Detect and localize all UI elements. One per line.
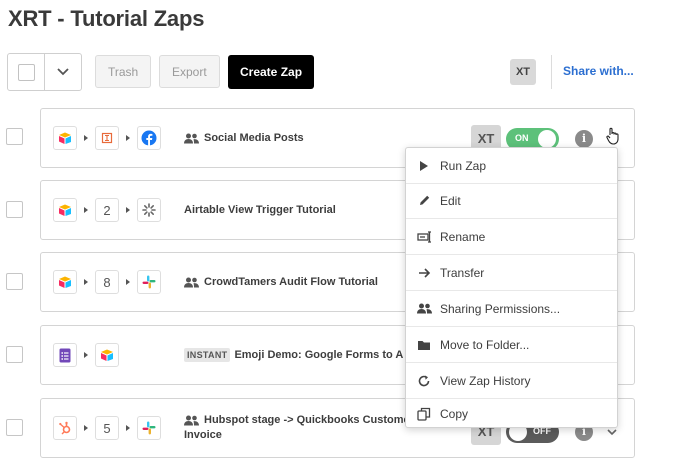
menu-item-run-zap[interactable]: Run Zap xyxy=(406,148,617,184)
bulk-select-dropdown[interactable] xyxy=(45,54,81,90)
zap-info: Airtable View Trigger Tutorial xyxy=(184,181,336,239)
share-with-link[interactable]: Share with... xyxy=(563,64,634,78)
menu-item-view-zap-history[interactable]: View Zap History xyxy=(406,363,617,399)
export-button[interactable]: Export xyxy=(159,55,220,88)
people-icon xyxy=(184,133,199,144)
zap-app-steps xyxy=(53,126,161,150)
menu-item-edit[interactable]: Edit xyxy=(406,183,617,219)
airtable-icon xyxy=(53,270,77,294)
zap-app-steps: 5 xyxy=(53,416,161,440)
toolbar: Trash Export Create Zap XT Share with... xyxy=(7,53,677,91)
airtable-icon xyxy=(95,343,119,367)
step-count: 8 xyxy=(95,270,119,294)
history-icon xyxy=(416,373,432,389)
menu-item-label: Transfer xyxy=(440,265,485,280)
zap-info: CrowdTamers Audit Flow Tutorial xyxy=(184,253,378,311)
menu-item-copy[interactable]: Copy xyxy=(406,399,617,429)
zap-name[interactable]: Airtable View Trigger Tutorial xyxy=(184,203,336,218)
menu-item-label: Copy xyxy=(440,407,469,421)
menu-item-sharing-permissions[interactable]: Sharing Permissions... xyxy=(406,291,617,327)
menu-item-transfer[interactable]: Transfer xyxy=(406,255,617,291)
row-checkbox[interactable] xyxy=(6,346,23,363)
zap-app-steps: 8 xyxy=(53,270,161,294)
menu-item-label: View Zap History xyxy=(440,373,531,388)
folder-icon xyxy=(416,337,432,353)
slack-icon xyxy=(137,416,161,440)
row-checkbox[interactable] xyxy=(6,201,23,218)
zap-app-steps: 2 xyxy=(53,198,161,222)
people-icon xyxy=(416,301,432,317)
menu-item-label: Run Zap xyxy=(440,158,487,173)
arrow-icon xyxy=(84,425,88,431)
toggle-label: ON xyxy=(515,132,529,143)
row-checkbox[interactable] xyxy=(6,273,23,290)
google-forms-icon xyxy=(53,343,77,367)
settings-icon xyxy=(137,198,161,222)
select-all-checkbox-wrap[interactable] xyxy=(8,54,45,90)
bulk-select-control xyxy=(7,53,82,91)
zap-name[interactable]: Hubspot stage -> Quickbooks Custome Invo… xyxy=(184,413,410,443)
people-icon xyxy=(184,415,199,426)
arrow-icon xyxy=(84,135,88,141)
info-icon[interactable]: i xyxy=(575,129,593,148)
select-all-checkbox[interactable] xyxy=(17,63,35,81)
zap-name[interactable]: Social Media Posts xyxy=(204,131,304,146)
step-count: 2 xyxy=(95,198,119,222)
menu-item-move-to-folder[interactable]: Move to Folder... xyxy=(406,327,617,363)
arrow-icon xyxy=(126,207,130,213)
airtable-icon xyxy=(53,198,77,222)
arrow-right-icon xyxy=(416,265,432,281)
menu-item-label: Rename xyxy=(440,229,486,244)
toggle-knob xyxy=(538,129,556,148)
zap-info: Hubspot stage -> Quickbooks Custome Invo… xyxy=(184,399,410,457)
formatter-icon xyxy=(95,126,119,150)
zap-name-line2: Invoice xyxy=(184,429,222,441)
toolbar-divider xyxy=(551,55,552,89)
menu-item-label: Move to Folder... xyxy=(440,337,530,352)
owner-avatar: XT xyxy=(510,59,536,85)
arrow-icon xyxy=(84,352,88,358)
step-count: 5 xyxy=(95,416,119,440)
zap-actions-menu: Run Zap Edit Rename Transfer Sharing Per… xyxy=(405,147,618,428)
zap-name[interactable]: CrowdTamers Audit Flow Tutorial xyxy=(204,275,378,290)
pencil-icon xyxy=(416,193,432,209)
zap-app-steps xyxy=(53,343,119,367)
people-icon xyxy=(184,277,199,288)
arrow-icon xyxy=(84,279,88,285)
copy-icon xyxy=(416,406,432,422)
create-zap-button[interactable]: Create Zap xyxy=(228,55,315,89)
arrow-icon xyxy=(126,135,130,141)
menu-item-label: Sharing Permissions... xyxy=(440,301,561,316)
zap-info: INSTANT Emoji Demo: Google Forms to A xyxy=(184,326,403,384)
zap-name[interactable]: Emoji Demo: Google Forms to A xyxy=(234,348,403,363)
facebook-icon xyxy=(137,126,161,150)
hubspot-icon xyxy=(53,416,77,440)
arrow-icon xyxy=(126,425,130,431)
row-checkbox[interactable] xyxy=(6,419,23,436)
chevron-down-icon xyxy=(57,68,69,76)
zap-name-line1: Hubspot stage -> Quickbooks Custome xyxy=(204,414,410,426)
menu-item-rename[interactable]: Rename xyxy=(406,219,617,255)
play-icon xyxy=(416,158,432,174)
page-title: XRT - Tutorial Zaps xyxy=(8,6,205,31)
trash-button[interactable]: Trash xyxy=(95,55,152,88)
zap-info: Social Media Posts xyxy=(184,109,304,167)
menu-item-label: Edit xyxy=(440,193,461,208)
arrow-icon xyxy=(126,279,130,285)
airtable-icon xyxy=(53,126,77,150)
rename-icon xyxy=(416,229,432,245)
arrow-icon xyxy=(84,207,88,213)
instant-badge: INSTANT xyxy=(184,348,231,362)
slack-icon xyxy=(137,270,161,294)
row-checkbox[interactable] xyxy=(6,128,23,145)
